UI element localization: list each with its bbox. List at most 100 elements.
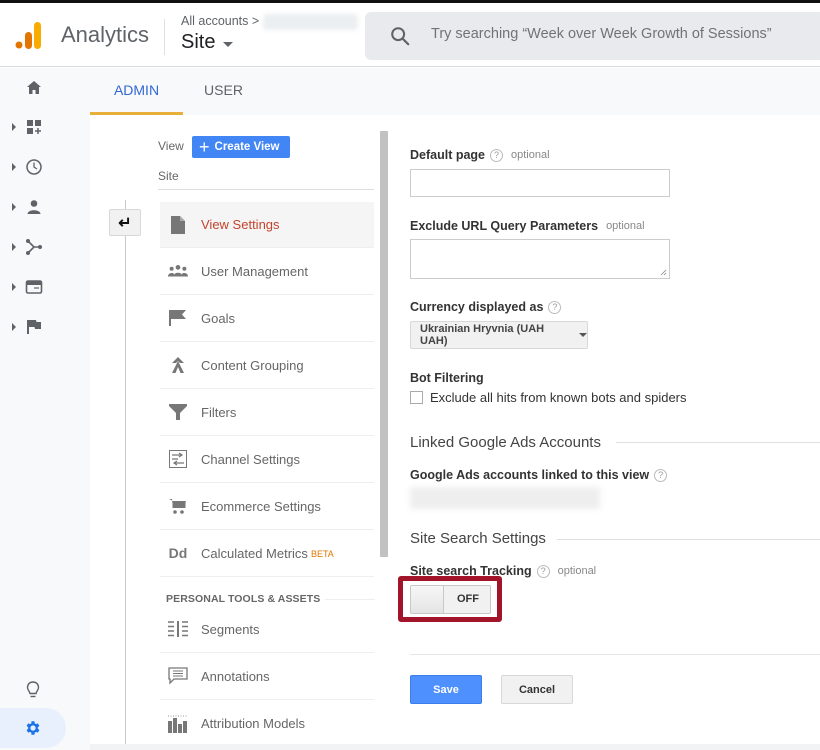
view-column-label: View bbox=[158, 139, 184, 153]
annotation-icon bbox=[168, 666, 188, 686]
toggle-knob[interactable] bbox=[411, 586, 444, 613]
linked-ads-label-text: Google Ads accounts linked to this view bbox=[410, 468, 650, 482]
exclude-params-field[interactable] bbox=[410, 239, 670, 279]
rail-item-conversions[interactable] bbox=[0, 312, 70, 342]
expand-arrow-icon bbox=[12, 203, 16, 211]
form-divider bbox=[410, 654, 820, 655]
hierarchy-line bbox=[125, 200, 126, 744]
menu-item-label: Filters bbox=[201, 404, 237, 420]
search-bar[interactable] bbox=[365, 12, 820, 60]
default-page-input[interactable] bbox=[411, 170, 669, 196]
header-divider bbox=[164, 19, 165, 55]
rail-item-home[interactable] bbox=[0, 73, 70, 103]
admin-gear-icon bbox=[26, 721, 40, 735]
menu-item-channel-settings[interactable]: Channel Settings bbox=[160, 436, 374, 483]
customization-icon bbox=[27, 120, 41, 134]
expand-arrow-icon bbox=[12, 323, 16, 331]
menu-item-label: Segments bbox=[201, 621, 260, 637]
menu-item-content-grouping[interactable]: Content Grouping bbox=[160, 342, 374, 389]
menu-item-segments[interactable]: Segments bbox=[160, 606, 374, 653]
menu-item-label: Goals bbox=[201, 310, 235, 326]
help-icon[interactable]: ? bbox=[548, 300, 562, 314]
menu-item-calculated-metrics[interactable]: Dd Calculated Metrics BETA bbox=[160, 530, 374, 577]
tab-admin[interactable]: ADMIN bbox=[90, 68, 183, 115]
bot-filtering-checkbox[interactable] bbox=[410, 391, 423, 404]
create-view-button[interactable]: + Create View bbox=[192, 136, 290, 158]
rail-item-behavior[interactable] bbox=[0, 272, 70, 302]
resize-grip-icon[interactable] bbox=[660, 269, 667, 276]
section-rule bbox=[616, 442, 820, 443]
tab-user[interactable]: USER bbox=[190, 68, 257, 115]
analytics-logo-icon[interactable] bbox=[14, 20, 44, 50]
menu-item-filters[interactable]: Filters bbox=[160, 389, 374, 436]
home-icon bbox=[27, 81, 41, 94]
optional-label: optional bbox=[511, 149, 550, 161]
personal-tools-menu: Segments Annotations Attribution Models bbox=[160, 606, 374, 747]
site-search-section-heading: Site Search Settings bbox=[410, 530, 546, 547]
menu-item-goals[interactable]: Goals bbox=[160, 295, 374, 342]
rail-item-customization[interactable] bbox=[0, 112, 70, 142]
expand-arrow-icon bbox=[12, 243, 16, 251]
bot-filtering-label-text: Bot Filtering bbox=[410, 371, 484, 385]
optional-label: optional bbox=[606, 220, 645, 232]
currency-label-text: Currency displayed as bbox=[410, 300, 544, 314]
app-name: Analytics bbox=[61, 22, 150, 47]
menu-item-label: Calculated Metrics bbox=[201, 545, 308, 561]
currency-label: Currency displayed as ? bbox=[410, 300, 562, 314]
bot-filtering-checkbox-label[interactable]: Exclude all hits from known bots and spi… bbox=[430, 390, 687, 405]
lightbulb-icon[interactable] bbox=[24, 680, 42, 700]
menu-item-attribution-models[interactable]: Attribution Models bbox=[160, 700, 374, 747]
menu-item-ecommerce-settings[interactable]: Ecommerce Settings bbox=[160, 483, 374, 530]
flag-icon bbox=[168, 308, 188, 328]
property-selector[interactable]: Site bbox=[181, 31, 234, 54]
menu-item-user-management[interactable]: User Management bbox=[160, 248, 374, 295]
save-button[interactable]: Save bbox=[410, 675, 482, 704]
menu-item-label: User Management bbox=[201, 263, 308, 279]
beta-badge: BETA bbox=[310, 549, 334, 559]
menu-item-view-settings[interactable]: View Settings bbox=[160, 202, 374, 248]
view-divider bbox=[158, 189, 374, 190]
site-search-toggle[interactable]: OFF bbox=[410, 585, 491, 614]
rail-item-realtime[interactable] bbox=[0, 152, 70, 182]
section-divider bbox=[325, 599, 375, 600]
menu-item-annotations[interactable]: Annotations bbox=[160, 653, 374, 700]
menu-item-label: View Settings bbox=[201, 217, 280, 232]
linked-ads-label: Google Ads accounts linked to this view … bbox=[410, 468, 668, 482]
rail-item-acquisition[interactable] bbox=[0, 232, 70, 262]
menu-item-label: Content Grouping bbox=[201, 357, 304, 373]
search-icon bbox=[391, 27, 410, 46]
property-selector-label: Site bbox=[181, 31, 216, 53]
exclude-params-label-text: Exclude URL Query Parameters bbox=[410, 219, 599, 233]
breadcrumb-account-redacted bbox=[263, 14, 358, 30]
default-page-label: Default page ? optional bbox=[410, 148, 550, 162]
section-rule bbox=[557, 539, 820, 540]
exclude-params-label: Exclude URL Query Parameters optional bbox=[410, 219, 645, 233]
menu-item-label: Annotations bbox=[201, 668, 270, 684]
plus-icon: + bbox=[199, 137, 210, 157]
left-nav-rail bbox=[0, 68, 90, 750]
help-icon[interactable]: ? bbox=[654, 468, 668, 482]
search-input[interactable] bbox=[431, 26, 811, 42]
behavior-icon bbox=[25, 280, 43, 294]
help-icon[interactable]: ? bbox=[490, 148, 504, 162]
default-page-field[interactable] bbox=[410, 169, 670, 197]
help-icon[interactable]: ? bbox=[536, 564, 550, 578]
segments-icon bbox=[168, 619, 188, 639]
users-icon bbox=[168, 261, 188, 281]
view-selector[interactable]: Site bbox=[158, 169, 179, 183]
attribution-icon bbox=[168, 714, 188, 734]
admin-user-tabs: ADMIN USER bbox=[90, 68, 820, 115]
cancel-button[interactable]: Cancel bbox=[501, 675, 573, 704]
personal-tools-heading: PERSONAL TOOLS & ASSETS bbox=[166, 593, 321, 605]
breadcrumb[interactable]: All accounts > bbox=[181, 14, 259, 28]
rail-item-audience[interactable] bbox=[0, 192, 70, 222]
admin-menu-scrollbar[interactable] bbox=[380, 131, 388, 557]
rail-item-admin[interactable] bbox=[0, 708, 66, 748]
back-arrow-icon: ↵ bbox=[118, 214, 132, 232]
expand-arrow-icon bbox=[12, 123, 16, 131]
menu-item-label: Channel Settings bbox=[201, 451, 301, 467]
currency-select[interactable]: Ukrainian Hryvnia (UAH UAH) bbox=[410, 321, 588, 349]
menu-item-label: Ecommerce Settings bbox=[201, 498, 321, 514]
exclude-params-textarea[interactable] bbox=[411, 240, 669, 278]
collapse-back-button[interactable]: ↵ bbox=[109, 209, 141, 236]
